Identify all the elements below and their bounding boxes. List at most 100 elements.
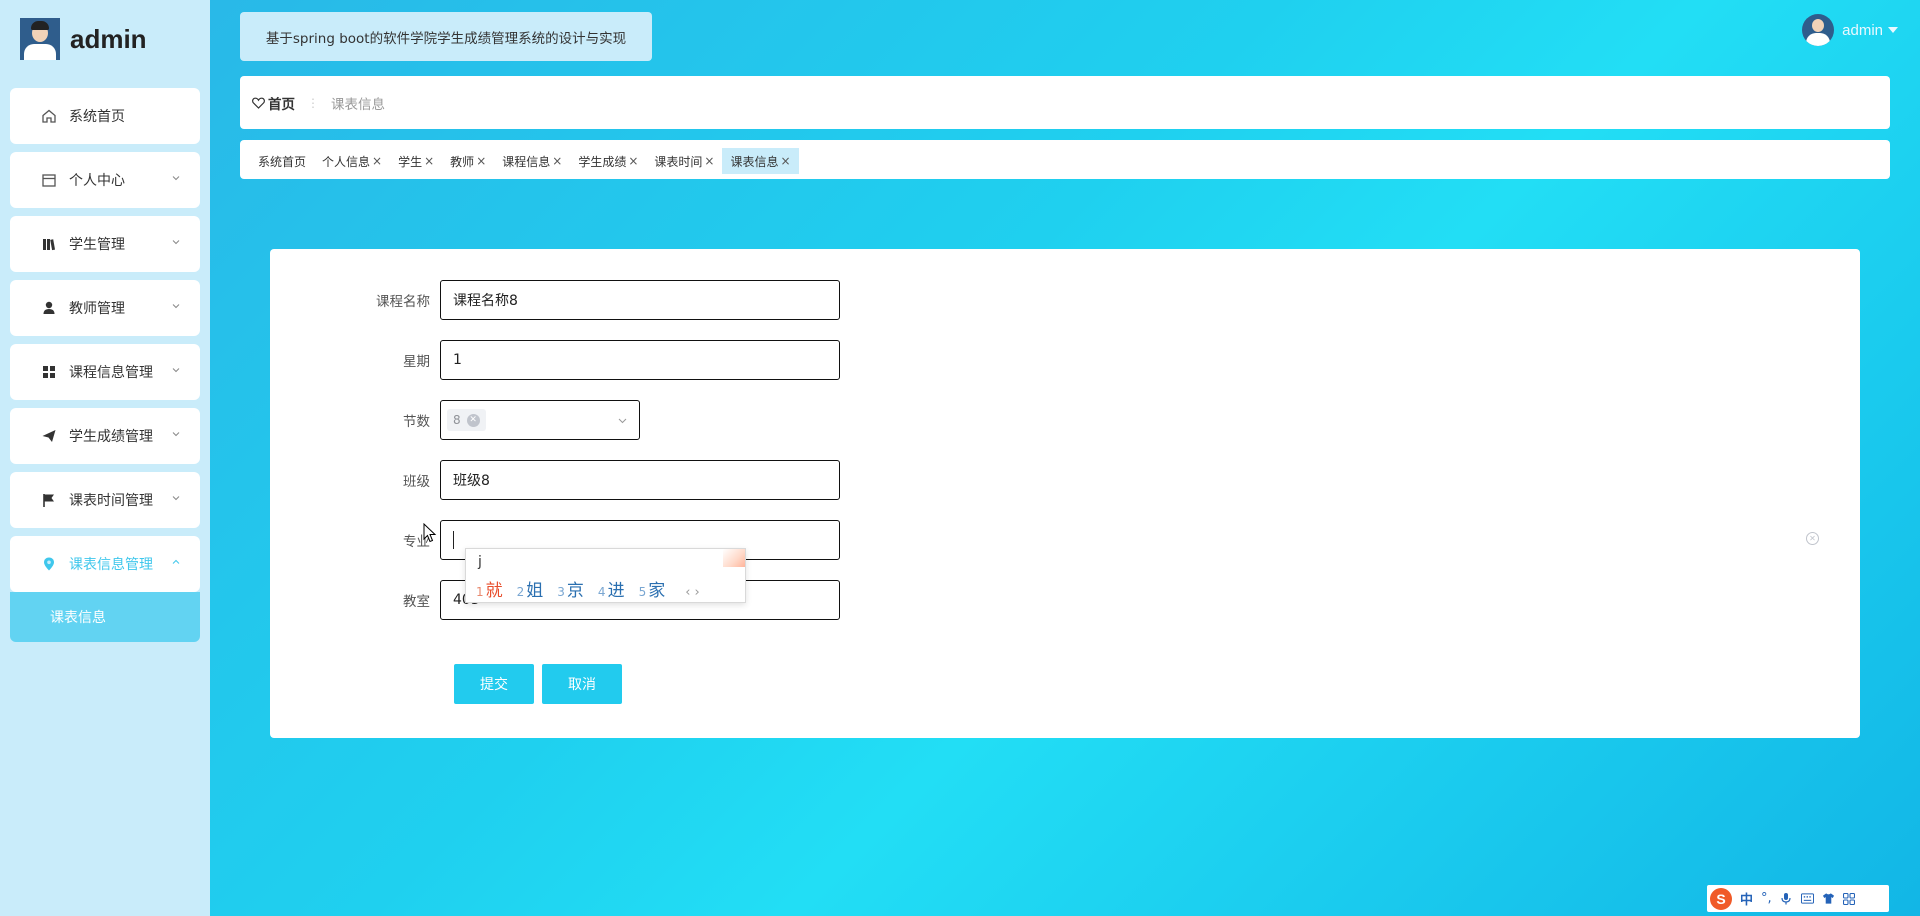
sidebar: admin 系统首页 个人中心 学生管理 教师管理 课程信息管理 学生成绩管理 … [0,0,210,916]
tab-label: 教师 [450,154,475,169]
toolbox-grid-icon[interactable] [1843,892,1856,905]
input-value: 班级8 [453,473,490,489]
flag-icon [41,492,57,508]
close-icon[interactable]: × [552,154,562,168]
course-name-input[interactable]: 课程名称8 [440,280,840,320]
close-icon[interactable]: × [424,154,434,168]
sidebar-item-schedule-info-management[interactable]: 课表信息管理 [10,536,200,592]
button-label: 取消 [568,677,596,693]
sidebar-item-label: 个人中心 [69,173,125,189]
keyboard-icon[interactable] [1800,892,1814,905]
ime-punct-toggle[interactable]: °, [1761,891,1772,906]
tab-label: 系统首页 [258,154,307,169]
form-row-weekday: 星期 1 [270,340,840,380]
tab-label: 课表时间 [654,154,703,169]
tab-teacher[interactable]: 教师 × [442,148,494,174]
close-icon[interactable]: × [704,154,714,168]
tab-student[interactable]: 学生 × [390,148,442,174]
sidebar-item-label: 课表时间管理 [69,493,153,509]
period-select[interactable]: 8 ✕ [440,400,640,440]
selected-tag: 8 ✕ [447,409,486,431]
ime-skin-decoration [723,549,745,567]
field-label: 星期 [403,354,430,370]
close-icon[interactable]: × [476,154,486,168]
sidebar-item-home[interactable]: 系统首页 [10,88,200,144]
ime-candidate[interactable]: 3京 [557,576,584,601]
brand: admin [20,18,147,60]
cancel-button[interactable]: 取消 [542,664,622,704]
clear-icon[interactable]: ✕ [1806,532,1819,545]
location-pin-icon [41,556,57,572]
calendar-icon [41,172,57,188]
field-label: 节数 [403,414,430,430]
chevron-down-icon [172,176,180,181]
heart-icon [252,97,265,109]
sidebar-item-label: 学生管理 [69,237,125,253]
ime-candidate[interactable]: 4进 [598,576,625,601]
tag-close-icon[interactable]: ✕ [466,413,480,427]
tag-value: 8 [453,413,461,427]
close-icon[interactable]: × [372,154,382,168]
tab-bar: 系统首页 个人信息 × 学生 × 教师 × 课程信息 × 学生成绩 × 课表时间… [240,140,1890,179]
field-label: 班级 [403,474,430,490]
ime-candidate-list: 1就 2姐 3京 4进 5家 ‹ › [476,576,700,601]
ime-page-nav[interactable]: ‹ › [685,585,700,600]
ime-mode-toggle[interactable]: 中 [1740,889,1753,908]
brand-avatar [20,18,60,60]
form-card: 课程名称 课程名称8 星期 1 节数 8 ✕ 班级 班级8 专业 教室 ✕ 提交… [270,249,1860,738]
tab-schedule-info[interactable]: 课表信息 × [722,148,799,174]
sidebar-menu: 系统首页 个人中心 学生管理 教师管理 课程信息管理 学生成绩管理 课表时间管理… [10,88,200,642]
tab-label: 个人信息 [322,154,371,169]
chevron-up-icon [172,559,180,564]
breadcrumb-home[interactable]: 首页 [268,93,295,113]
sidebar-item-label: 系统首页 [69,109,125,125]
class-input[interactable]: 班级8 [440,460,840,500]
field-label: 课程名称 [376,294,430,310]
system-title-text: 基于spring boot的软件学院学生成绩管理系统的设计与实现 [265,30,627,47]
send-icon [41,428,57,444]
text-cursor [453,531,454,549]
tab-label: 课程信息 [502,154,551,169]
user-menu[interactable]: admin [1802,14,1898,46]
sidebar-item-personal-center[interactable]: 个人中心 [10,152,200,208]
grid-icon [41,364,57,380]
ime-candidate-popup: j 1就 2姐 3京 4进 5家 ‹ › [465,548,746,603]
sidebar-item-course-info-management[interactable]: 课程信息管理 [10,344,200,400]
ime-candidate[interactable]: 5家 [639,576,666,601]
chevron-down-icon [172,496,180,501]
field-label: 教室 [403,594,430,610]
microphone-icon[interactable] [1780,892,1793,905]
ime-status-bar: S 中 °, [1707,885,1889,912]
breadcrumb: 首页 ⋮ 课表信息 [240,76,1890,129]
ime-composition: j [478,554,482,570]
ime-candidate[interactable]: 1就 [476,576,503,601]
sidebar-item-teacher-management[interactable]: 教师管理 [10,280,200,336]
skin-shirt-icon[interactable] [1822,892,1835,905]
close-icon[interactable]: × [628,154,638,168]
sogou-logo-icon[interactable]: S [1710,887,1732,910]
sidebar-item-label: 教师管理 [69,301,125,317]
tab-course-info[interactable]: 课程信息 × [494,148,570,174]
submit-button[interactable]: 提交 [454,664,534,704]
breadcrumb-separator: ⋮ [307,95,319,110]
ime-candidate[interactable]: 2姐 [517,576,544,601]
sidebar-item-score-management[interactable]: 学生成绩管理 [10,408,200,464]
close-icon[interactable]: × [781,154,791,168]
weekday-input[interactable]: 1 [440,340,840,380]
tab-schedule-time[interactable]: 课表时间 × [646,148,722,174]
sidebar-item-schedule-time-management[interactable]: 课表时间管理 [10,472,200,528]
user-icon [41,300,57,316]
tab-student-score[interactable]: 学生成绩 × [570,148,646,174]
tab-home[interactable]: 系统首页 [250,148,314,174]
chevron-down-icon [172,368,180,373]
tab-personal-info[interactable]: 个人信息 × [314,148,390,174]
chevron-down-icon [172,304,180,309]
sidebar-item-student-management[interactable]: 学生管理 [10,216,200,272]
chevron-down-icon [172,432,180,437]
caret-down-icon [1888,27,1898,33]
submenu-item-schedule-info[interactable]: 课表信息 [10,592,200,642]
avatar [1802,14,1835,46]
button-label: 提交 [480,677,508,693]
system-title: 基于spring boot的软件学院学生成绩管理系统的设计与实现 [240,12,652,61]
form-row-course-name: 课程名称 课程名称8 [270,280,840,320]
